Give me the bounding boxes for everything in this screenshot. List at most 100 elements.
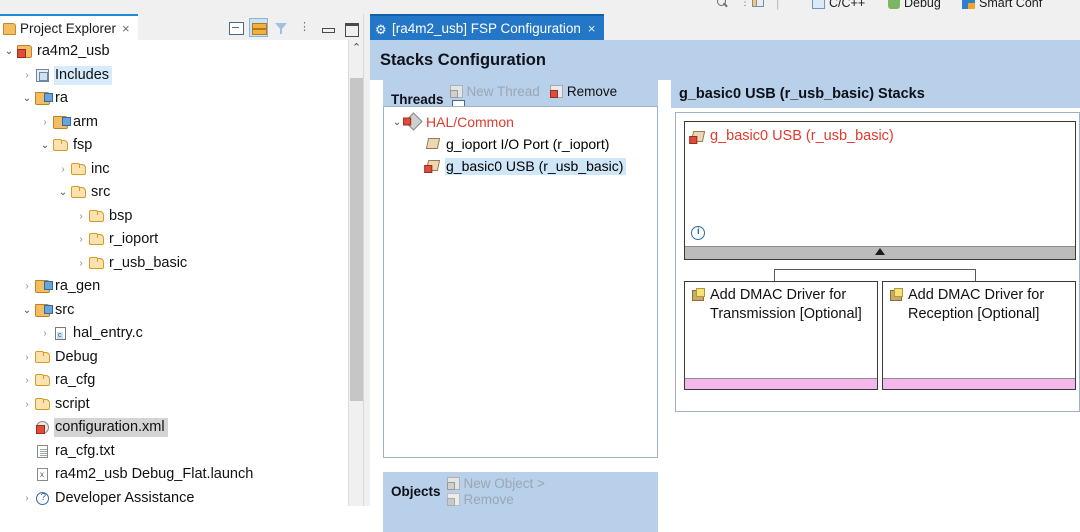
remove-thread-button[interactable]: Remove [549, 84, 617, 99]
chevron-down-icon[interactable]: ⌄ [56, 187, 70, 198]
new-object-label: New Object > [463, 476, 545, 491]
project-explorer-icon [3, 23, 16, 35]
perspective-smart-configurator[interactable]: Smart Conf [962, 0, 1042, 10]
eclipse-window: ⋮ | C/C++ Debug Smart Conf Project Explo… [0, 0, 1080, 532]
tree-item-label: Includes [54, 65, 113, 85]
minimize-view-icon[interactable] [319, 19, 336, 36]
perspective-debug-label: Debug [904, 0, 941, 10]
chevron-right-icon[interactable]: › [56, 164, 70, 175]
chevron-right-icon[interactable]: › [20, 70, 34, 81]
tab-fsp-configuration[interactable]: ⚙ [ra4m2_usb] FSP Configuration × [370, 14, 605, 40]
perspective-sep: | [776, 0, 780, 10]
close-icon[interactable]: × [588, 21, 596, 36]
tree-item[interactable]: › inc [0, 158, 348, 182]
stack-node-dmac-reception[interactable]: Add DMAC Driver for Reception [Optional] [882, 281, 1076, 390]
chevron-right-icon[interactable]: › [20, 399, 34, 410]
stack-node-dmac-transmission[interactable]: Add DMAC Driver for Transmission [Option… [684, 281, 878, 390]
remove-object-button[interactable]: Remove [446, 492, 514, 507]
new-object-button[interactable]: New Object > [446, 476, 545, 491]
tree-item[interactable]: ⌄ ra [0, 87, 348, 111]
tree-item[interactable]: › Debug [0, 346, 348, 370]
view-menu-icon[interactable]: ⋮ [296, 19, 313, 36]
tree-item[interactable]: › ra_gen [0, 275, 348, 299]
tree-item-label: r_ioport [109, 231, 159, 248]
tree-item-label: hal_entry.c [73, 325, 143, 342]
view-divider[interactable] [363, 14, 370, 506]
search-icon[interactable] [716, 0, 729, 9]
source-folder-icon [34, 279, 53, 294]
chevron-down-icon[interactable]: ⌄ [38, 140, 52, 151]
tree-item-label: Developer Assistance [55, 489, 195, 506]
add-module-icon [889, 288, 904, 303]
tree-item[interactable]: › hal_entry.c [0, 322, 348, 346]
tree-item[interactable]: configuration.xml [0, 416, 348, 440]
project-tree-scrollbar[interactable]: ⌃ [348, 40, 363, 506]
perspective-toolbar: ⋮ | C/C++ Debug Smart Conf [0, 0, 1080, 14]
chevron-down-icon[interactable]: ⌄ [20, 305, 34, 316]
thread-tree-item[interactable]: ⌄ HAL/Common [388, 111, 657, 133]
tree-item[interactable]: ra_cfg.txt [0, 440, 348, 464]
tree-item-label: script [55, 395, 90, 412]
threads-tree[interactable]: ⌄ HAL/Common g_ioport I/O Port (r_ioport) g… [383, 106, 658, 458]
perspective-cpp[interactable]: C/C++ [812, 0, 865, 10]
module-error-icon [690, 130, 706, 143]
chevron-right-icon[interactable]: › [74, 211, 88, 222]
tree-item[interactable]: › bsp [0, 205, 348, 229]
tree-item[interactable]: › Developer Assistance [0, 487, 348, 507]
tree-item[interactable]: › arm [0, 111, 348, 135]
text-file-icon [34, 444, 51, 459]
new-thread-button[interactable]: New Thread [449, 84, 540, 99]
info-icon[interactable] [691, 226, 705, 240]
close-icon[interactable]: × [122, 21, 130, 36]
perspective-cpp-label: C/C++ [829, 0, 866, 10]
perspective-debug[interactable]: Debug [888, 0, 941, 10]
chevron-right-icon[interactable]: › [38, 117, 52, 128]
threads-title: Threads [391, 92, 444, 107]
chevron-right-icon[interactable]: › [38, 328, 52, 339]
view-menu-dots-icon[interactable]: ⋮ [740, 0, 750, 9]
tree-item-label: ra [55, 90, 68, 107]
remove-icon [446, 493, 460, 506]
tree-item-label: src [55, 301, 75, 318]
view-filter-icon[interactable] [273, 19, 290, 36]
thread-tree-item[interactable]: g_ioport I/O Port (r_ioport) [388, 133, 657, 155]
page-title: Stacks Configuration [380, 50, 546, 69]
stack-node-usb-basic[interactable]: g_basic0 USB (r_usb_basic) [684, 121, 1076, 260]
scroll-up-icon[interactable]: ⌃ [349, 40, 364, 57]
chevron-right-icon[interactable]: › [74, 258, 88, 269]
tree-item[interactable]: ⌄ src [0, 181, 348, 205]
tree-item[interactable]: ra4m2_usb Debug_Flat.launch [0, 463, 348, 487]
tree-item[interactable]: › Includes [0, 64, 348, 88]
tab-project-explorer[interactable]: Project Explorer × [0, 14, 138, 40]
tree-item[interactable]: ⌄ fsp [0, 134, 348, 158]
stack-node-expand-bar[interactable] [685, 246, 1075, 259]
chevron-down-icon[interactable]: ⌄ [2, 46, 16, 57]
chevron-right-icon[interactable]: › [20, 375, 34, 386]
tree-item[interactable]: › r_ioport [0, 228, 348, 252]
scrollbar-thumb[interactable] [350, 78, 363, 401]
thread-tree-item[interactable]: g_basic0 USB (r_usb_basic) [388, 155, 657, 177]
link-with-editor-icon[interactable] [249, 17, 268, 37]
project-tree[interactable]: ⌄ ra4m2_usb › Includes ⌄ ra › arm ⌄ fsp › inc ⌄ src › b… [0, 40, 348, 506]
c-file-icon [52, 326, 69, 341]
tree-item-label: Debug [55, 348, 98, 365]
tree-item-label: ra4m2_usb Debug_Flat.launch [55, 466, 254, 483]
chevron-right-icon[interactable]: › [20, 281, 34, 292]
collapse-all-icon[interactable] [227, 19, 244, 36]
tree-item[interactable]: ⌄ src [0, 299, 348, 323]
stacks-canvas[interactable]: g_basic0 USB (r_usb_basic) Add DMAC Driv… [675, 112, 1080, 412]
objects-panel-header: Objects New Object > Remove [383, 472, 658, 532]
tree-item[interactable]: ⌄ ra4m2_usb [0, 40, 348, 64]
maximize-view-icon[interactable] [342, 19, 359, 37]
chevron-right-icon[interactable]: › [20, 493, 34, 504]
remove-object-label: Remove [463, 492, 514, 507]
tree-item[interactable]: › ra_cfg [0, 369, 348, 393]
tree-item[interactable]: › script [0, 393, 348, 417]
optional-footer-bar [685, 378, 877, 389]
chevron-right-icon[interactable]: › [20, 352, 34, 363]
tree-item[interactable]: › r_usb_basic [0, 252, 348, 276]
chevron-right-icon[interactable]: › [74, 234, 88, 245]
open-perspective-icon[interactable] [752, 0, 764, 7]
tree-item-label: arm [73, 113, 98, 130]
chevron-down-icon[interactable]: ⌄ [20, 93, 34, 104]
